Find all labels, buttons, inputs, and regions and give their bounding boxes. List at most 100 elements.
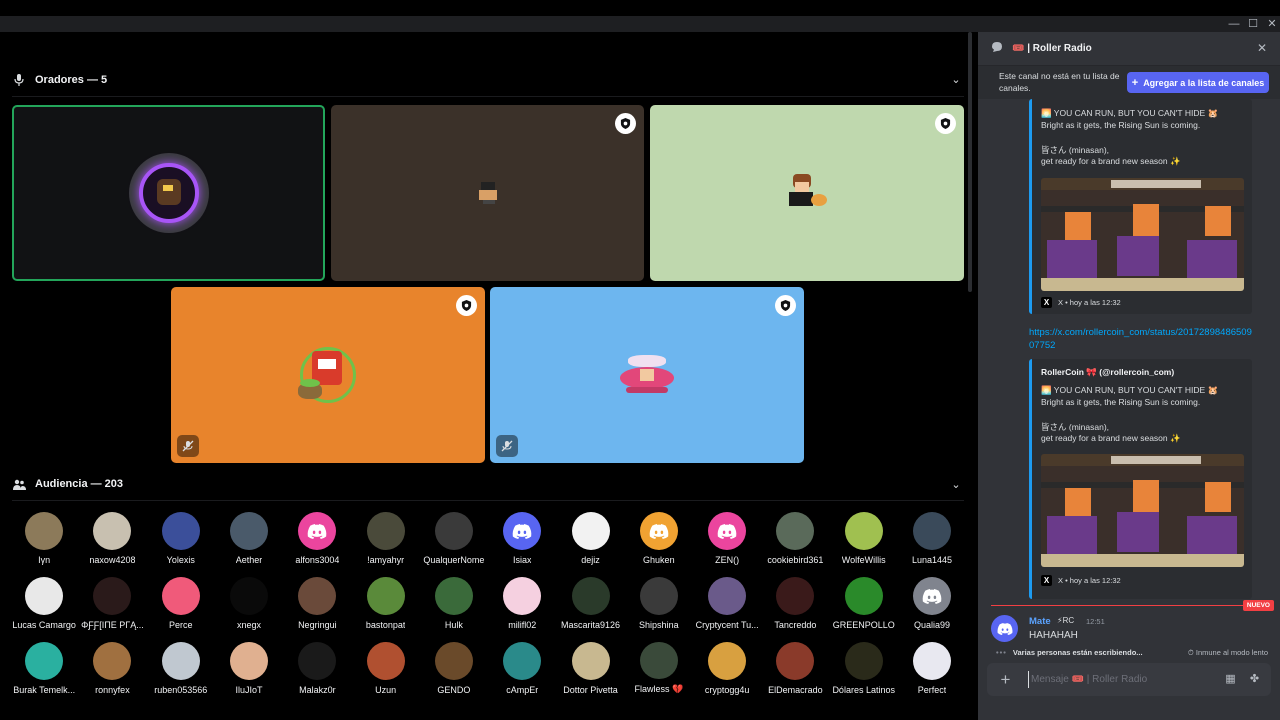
speakers-collapse-chevron-icon[interactable]: ⌄ bbox=[949, 73, 963, 87]
close-icon[interactable]: ✕ bbox=[1262, 16, 1280, 32]
audience-member[interactable]: ruben053566 bbox=[147, 642, 215, 695]
speaker-avatar bbox=[298, 345, 358, 405]
audience-member[interactable]: Burak Temelk... bbox=[10, 642, 78, 695]
tweet-link[interactable]: https://x.com/rollercoin_com/status/2017… bbox=[1029, 326, 1254, 352]
audience-member-name: Lucas Camargo bbox=[12, 620, 76, 630]
embed-image[interactable] bbox=[1041, 178, 1244, 291]
audience-member[interactable]: GREENPOLLO bbox=[830, 577, 898, 630]
attach-plus-icon[interactable]: + bbox=[997, 671, 1014, 688]
audience-member[interactable]: cryptogg4u bbox=[693, 642, 761, 695]
audience-member[interactable]: Uzun bbox=[351, 642, 419, 695]
audience-member-name: Malakz0r bbox=[299, 685, 336, 695]
close-chat-icon[interactable]: ✕ bbox=[1256, 42, 1268, 54]
audience-member-name: !amyahyr bbox=[367, 555, 405, 565]
audience-member[interactable]: Dólares Latinos bbox=[830, 642, 898, 695]
speaker-tile-1[interactable] bbox=[12, 105, 325, 281]
audience-member[interactable]: WolfeWillis bbox=[830, 512, 898, 565]
audience-member-name: alfons3004 bbox=[295, 555, 340, 565]
audience-member-name: ΦƑƑ[ΙΠΕ ΡΓĄ̣... bbox=[81, 620, 144, 630]
audience-member[interactable]: ΦƑƑ[ΙΠΕ ΡΓĄ̣... bbox=[78, 577, 146, 630]
speaker-avatar bbox=[128, 153, 209, 233]
audience-member[interactable]: Flawless 💔 bbox=[625, 642, 693, 695]
audience-member[interactable]: Qualia99 bbox=[898, 577, 966, 630]
speaker-tile-3[interactable] bbox=[650, 105, 964, 281]
avatar bbox=[571, 512, 610, 550]
window-titlebar: — ☐ ✕ bbox=[0, 16, 1280, 32]
tweet-embed-1: 🌅 YOU CAN RUN, BUT YOU CAN'T HIDE 🐹 Brig… bbox=[1029, 99, 1252, 314]
audience-member[interactable]: Aether bbox=[215, 512, 283, 565]
audience-member[interactable]: Lucas Camargo bbox=[10, 577, 78, 630]
message-input[interactable] bbox=[1028, 671, 1208, 688]
typing-text: Varias personas están escribiendo... bbox=[1012, 648, 1143, 657]
embed-line: 🌅 YOU CAN RUN, BUT YOU CAN'T HIDE 🐹 bbox=[1041, 385, 1219, 395]
gift-icon[interactable]: ▦ bbox=[1224, 673, 1237, 686]
audience-member[interactable]: Perfect bbox=[898, 642, 966, 695]
embed-author[interactable]: RollerCoin 🎀 (@rollercoin_com) bbox=[1041, 367, 1174, 378]
maximize-icon[interactable]: ☐ bbox=[1243, 16, 1263, 32]
audience-member[interactable]: milifl02 bbox=[488, 577, 556, 630]
audience-member[interactable]: Luna1445 bbox=[898, 512, 966, 565]
avatar bbox=[366, 642, 405, 680]
audience-member-name: Yolexis bbox=[166, 555, 195, 565]
speaker-tile-5[interactable] bbox=[490, 287, 804, 463]
muted-microphone-icon bbox=[496, 435, 518, 457]
audience-member[interactable]: Isiax bbox=[488, 512, 556, 565]
audience-member-name: Mascarita9126 bbox=[561, 620, 621, 630]
audience-member[interactable]: Cryptycent Tu... bbox=[693, 577, 761, 630]
audience-member[interactable]: cAmpEr bbox=[488, 642, 556, 695]
speaker-tile-4[interactable] bbox=[171, 287, 485, 463]
typing-dots-icon: ••• bbox=[996, 648, 1007, 657]
audience-member[interactable]: !amyahyr bbox=[351, 512, 419, 565]
add-to-channel-list-button[interactable]: + Agregar a la lista de canales bbox=[1127, 72, 1269, 93]
muted-microphone-icon bbox=[177, 435, 199, 457]
avatar bbox=[93, 512, 132, 550]
plus-icon: + bbox=[1131, 76, 1139, 89]
audience-member[interactable]: cookiebird361 bbox=[761, 512, 829, 565]
avatar bbox=[366, 577, 405, 615]
minimize-icon[interactable]: — bbox=[1224, 16, 1244, 32]
audience-member[interactable]: naxow4208 bbox=[78, 512, 146, 565]
audience-member[interactable]: dejiz bbox=[556, 512, 624, 565]
audience-member[interactable]: QualquerNome bbox=[420, 512, 488, 565]
avatar[interactable] bbox=[991, 615, 1018, 642]
audience-member[interactable]: Perce bbox=[147, 577, 215, 630]
speaker-avatar bbox=[783, 174, 831, 212]
embed-footer: X X • hoy a las 12:32 bbox=[1041, 297, 1121, 308]
avatar bbox=[503, 642, 542, 680]
apps-icon[interactable]: ✤ bbox=[1248, 673, 1261, 686]
audience-member[interactable]: GENDO bbox=[420, 642, 488, 695]
speaker-tile-2[interactable] bbox=[331, 105, 644, 281]
audience-member[interactable]: ZEN() bbox=[693, 512, 761, 565]
audience-member[interactable]: ronnyfex bbox=[78, 642, 146, 695]
audience-member[interactable]: Ghuken bbox=[625, 512, 693, 565]
audience-member-name: ZEN() bbox=[715, 555, 740, 565]
audience-member[interactable]: Dottor Pivetta bbox=[556, 642, 624, 695]
audience-member-name: cryptogg4u bbox=[704, 685, 750, 695]
audience-member[interactable]: Negringui bbox=[283, 577, 351, 630]
audience-member[interactable]: Mascarita9126 bbox=[556, 577, 624, 630]
audience-member[interactable]: Yolexis bbox=[147, 512, 215, 565]
chat-channel-title: 🎟️ | Roller Radio bbox=[1012, 43, 1092, 54]
audience-member[interactable]: Tancreddo bbox=[761, 577, 829, 630]
message-username[interactable]: Mate bbox=[1029, 616, 1051, 627]
audience-member[interactable]: IluJIoT bbox=[215, 642, 283, 695]
moderator-shield-icon bbox=[456, 295, 477, 316]
audience-member[interactable]: ElDemacrado bbox=[761, 642, 829, 695]
chat-bubble-icon bbox=[991, 40, 1003, 58]
audience-member-name: Hulk bbox=[444, 620, 463, 630]
audience-member[interactable]: Shipshina bbox=[625, 577, 693, 630]
audience-member[interactable]: Malakz0r bbox=[283, 642, 351, 695]
audience-member[interactable]: alfons3004 bbox=[283, 512, 351, 565]
audience-member[interactable]: Hulk bbox=[420, 577, 488, 630]
audience-member-name: Shipshina bbox=[639, 620, 679, 630]
audience-member[interactable]: bastonpat bbox=[351, 577, 419, 630]
embed-footer-text: X • hoy a las 12:32 bbox=[1058, 576, 1121, 585]
audience-member[interactable]: xnegx bbox=[215, 577, 283, 630]
embed-image[interactable] bbox=[1041, 454, 1244, 567]
audience-collapse-chevron-icon[interactable]: ⌄ bbox=[949, 478, 963, 492]
avatar bbox=[230, 642, 269, 680]
audience-member[interactable]: Ιγn bbox=[10, 512, 78, 565]
notice-text: Este canal no está en tu lista de canale… bbox=[999, 71, 1120, 93]
avatar bbox=[93, 577, 132, 615]
stage-scrollbar[interactable] bbox=[968, 32, 972, 292]
